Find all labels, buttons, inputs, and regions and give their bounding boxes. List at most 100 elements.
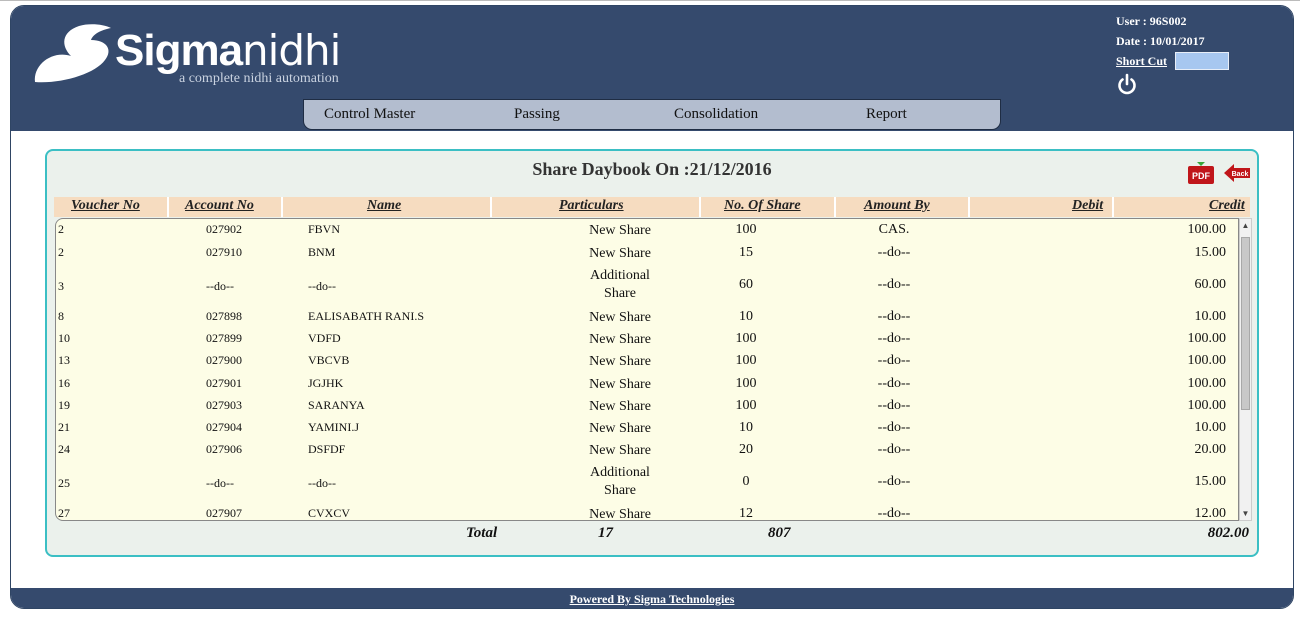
total-count: 17: [598, 525, 613, 541]
no-of-share: 100: [735, 331, 757, 346]
account-no: 027907: [206, 506, 242, 520]
col-divider: [167, 197, 169, 217]
main-nav: Control Master Passing Consolidation Rep…: [303, 99, 1001, 130]
member-name: YAMINI.J: [308, 420, 359, 434]
scrollbar-thumb[interactable]: [1241, 237, 1250, 410]
credit: 100.00: [1187, 376, 1227, 391]
no-of-share: 20: [739, 442, 753, 457]
particulars: New Share: [589, 443, 651, 458]
powered-by-link[interactable]: Powered By Sigma Technologies: [570, 592, 735, 606]
credit: 20.00: [1194, 442, 1227, 457]
col-name[interactable]: Name: [367, 198, 401, 216]
back-label: Back: [1232, 171, 1249, 178]
col-credit[interactable]: Credit: [1209, 198, 1245, 216]
member-name: EALISABATH RANI.S: [308, 309, 425, 323]
footer: Powered By Sigma Technologies: [11, 588, 1293, 608]
pdf-label: PDF: [1192, 171, 1211, 181]
account-no: 027903: [206, 398, 242, 412]
user-info: User : 96S002 Date : 10/01/2017 Short Cu…: [1116, 11, 1230, 103]
no-of-share: 15: [739, 245, 753, 260]
amount-by: --do--: [877, 506, 911, 521]
scroll-up-arrow-icon[interactable]: ▲: [1240, 219, 1251, 232]
logo[interactable]: Sigmanidhi a complete nidhi automation: [31, 18, 391, 98]
particulars: New Share: [589, 332, 651, 347]
power-icon[interactable]: [1116, 73, 1229, 103]
voucher-no: 2: [58, 222, 64, 236]
member-name: FBVN: [308, 222, 341, 236]
amount-by: --do--: [877, 442, 911, 457]
shortcut-input[interactable]: [1175, 52, 1230, 70]
table-body[interactable]: 2 027902 FBVN New Share 100 CAS. 100.00 …: [55, 218, 1239, 521]
no-of-share: 10: [739, 420, 753, 435]
credit: 10.00: [1194, 309, 1227, 324]
amount-by: --do--: [877, 331, 911, 346]
panel-title: Share Daybook On :21/12/2016: [532, 159, 772, 179]
particulars: New Share: [589, 310, 651, 325]
account-no: 027904: [206, 420, 242, 434]
no-of-share: 100: [735, 376, 757, 391]
member-name: VDFD: [308, 331, 341, 345]
total-row: Total 17 807 802.00: [47, 523, 1257, 545]
table-row[interactable]: 25 --do-- --do-- Additional Share 0 --do…: [56, 464, 1226, 502]
particulars: New Share: [589, 507, 651, 521]
account-no: 027898: [206, 309, 242, 323]
shortcut-label: Short Cut: [1116, 54, 1168, 68]
voucher-no: 2: [58, 245, 64, 259]
particulars: New Share: [589, 354, 651, 369]
share-daybook-panel: Share Daybook On :21/12/2016 PDF Back Vo…: [45, 149, 1259, 557]
credit: 15.00: [1194, 245, 1227, 260]
amount-by: --do--: [877, 398, 911, 413]
member-name: --do--: [308, 476, 336, 490]
particulars: New Share: [589, 246, 651, 261]
total-label: Total: [466, 525, 498, 541]
date-label: Date : 10/01/2017: [1116, 34, 1205, 48]
member-name: JGJHK: [308, 376, 344, 390]
account-no: 027902: [206, 222, 242, 236]
voucher-no: 8: [58, 309, 64, 323]
nav-control-master[interactable]: Control Master: [324, 106, 415, 123]
credit: 10.00: [1194, 420, 1227, 435]
back-arrow-icon[interactable]: Back: [1223, 163, 1251, 183]
user-label: User : 96S002: [1116, 14, 1187, 28]
voucher-no: 13: [58, 353, 70, 367]
no-of-share: 0: [742, 474, 750, 489]
member-name: CVXCV: [308, 506, 351, 520]
col-amount-by[interactable]: Amount By: [864, 198, 930, 216]
credit: 100.00: [1187, 353, 1227, 368]
member-name: DSFDF: [308, 442, 346, 456]
col-account-no[interactable]: Account No: [185, 198, 254, 216]
col-no-of-share[interactable]: No. Of Share: [724, 198, 801, 216]
col-particulars[interactable]: Particulars: [559, 198, 624, 216]
amount-by: --do--: [877, 277, 911, 292]
voucher-no: 10: [58, 331, 70, 345]
nav-report[interactable]: Report: [866, 106, 907, 123]
nav-consolidation[interactable]: Consolidation: [674, 106, 758, 123]
member-name: SARANYA: [308, 398, 365, 412]
shortcut-row: Short Cut: [1116, 51, 1230, 71]
col-debit[interactable]: Debit: [1072, 198, 1103, 216]
vertical-scrollbar[interactable]: ▲ ▼: [1239, 218, 1252, 521]
credit: 15.00: [1194, 474, 1227, 489]
voucher-no: 25: [58, 476, 70, 490]
voucher-no: 24: [58, 442, 70, 456]
amount-by: CAS.: [878, 222, 910, 237]
scroll-down-arrow-icon[interactable]: ▼: [1240, 507, 1251, 520]
col-divider: [699, 197, 701, 217]
total-credit: 802.00: [1207, 525, 1249, 541]
amount-by: --do--: [877, 420, 911, 435]
pdf-icon[interactable]: PDF: [1187, 161, 1215, 185]
logo-bold-text: Sigma: [115, 26, 243, 75]
credit: 100.00: [1187, 222, 1227, 237]
account-no: 027899: [206, 331, 242, 345]
col-voucher-no[interactable]: Voucher No: [71, 198, 140, 216]
table-row[interactable]: 3 --do-- --do-- Additional Share 60 --do…: [56, 267, 1226, 305]
top-border-line: [0, 0, 1300, 3]
no-of-share: 100: [735, 353, 757, 368]
voucher-no: 16: [58, 376, 70, 390]
nav-passing[interactable]: Passing: [514, 106, 560, 123]
voucher-no: 19: [58, 398, 70, 412]
logo-light-text: nidhi: [242, 26, 341, 75]
table-header: Voucher No Account No Name Particulars N…: [54, 197, 1250, 217]
logo-tagline: a complete nidhi automation: [179, 71, 339, 86]
particulars: Additional Share: [590, 268, 650, 301]
